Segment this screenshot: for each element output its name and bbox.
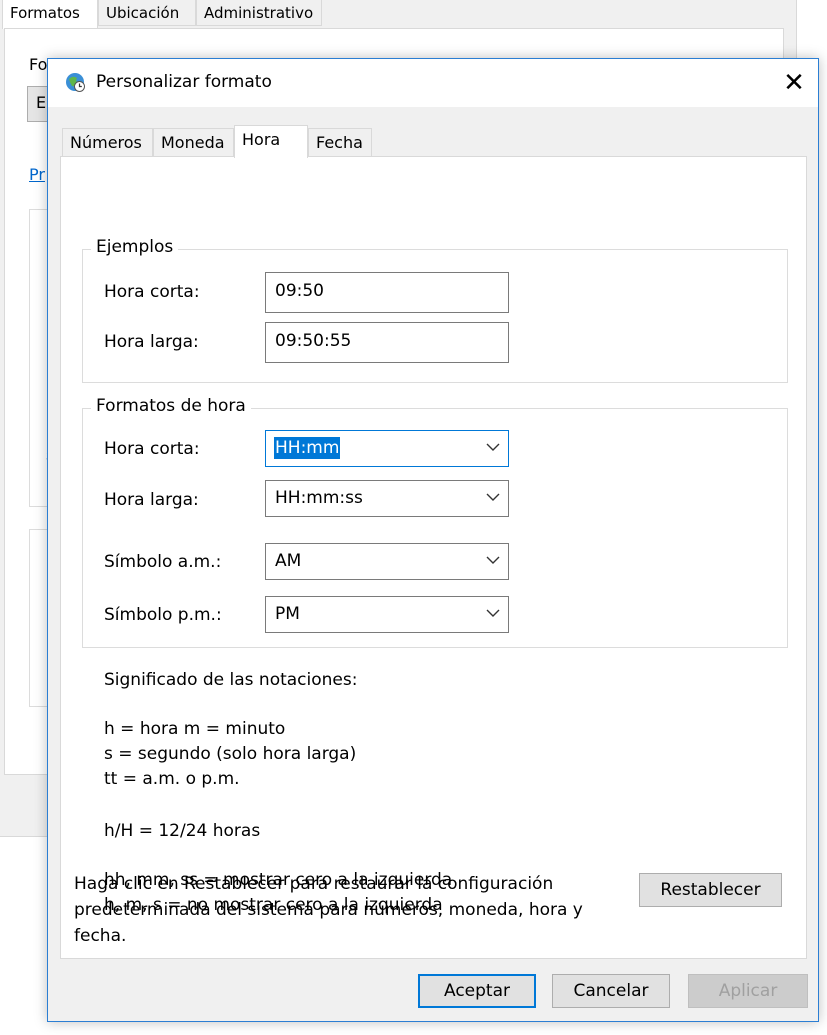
long-time-format-combo[interactable]: HH:mm:ss	[265, 480, 509, 517]
chevron-down-icon	[486, 443, 500, 451]
notation-line: s = segundo (solo hora larga)	[104, 744, 357, 764]
tab-fecha[interactable]: Fecha	[308, 128, 372, 157]
example-long-time-label: Hora larga:	[104, 332, 199, 352]
long-time-label: Hora larga:	[104, 490, 199, 510]
am-symbol-value: AM	[275, 551, 302, 571]
background-label-fragment: Fo	[29, 55, 48, 74]
title-bar[interactable]: Personalizar formato ✕	[48, 59, 818, 107]
am-symbol-label: Símbolo a.m.:	[104, 552, 222, 572]
globe-clock-icon	[66, 73, 85, 92]
notation-heading: Significado de las notaciones:	[104, 670, 358, 690]
tab-formatos[interactable]: Formatos	[2, 0, 98, 29]
tab-administrativo[interactable]: Administrativo	[196, 0, 322, 26]
close-icon: ✕	[783, 68, 805, 98]
pm-symbol-label: Símbolo p.m.:	[104, 605, 222, 625]
examples-group: Ejemplos Hora corta: 09:50 Hora larga: 0…	[82, 237, 788, 383]
close-button[interactable]: ✕	[770, 59, 818, 107]
cancel-button[interactable]: Cancelar	[552, 974, 670, 1008]
time-formats-legend: Formatos de hora	[91, 396, 251, 416]
long-time-format-value: HH:mm:ss	[275, 488, 363, 508]
ok-button[interactable]: Aceptar	[418, 974, 536, 1008]
pm-symbol-combo[interactable]: PM	[265, 596, 509, 633]
notation-line: h/H = 12/24 horas	[104, 821, 261, 841]
background-combo-fragment: E	[36, 93, 47, 112]
hora-tab-panel: Ejemplos Hora corta: 09:50 Hora larga: 0…	[60, 156, 807, 959]
pm-symbol-value: PM	[275, 604, 300, 624]
example-short-time-value: 09:50	[265, 272, 509, 313]
chevron-down-icon	[486, 609, 500, 617]
am-symbol-combo[interactable]: AM	[265, 543, 509, 580]
customize-format-dialog: Personalizar formato ✕ Números Moneda Ho…	[47, 58, 819, 1022]
apply-button[interactable]: Aplicar	[688, 974, 808, 1008]
tab-hora[interactable]: Hora	[234, 125, 308, 158]
tab-moneda[interactable]: Moneda	[153, 128, 234, 157]
chevron-down-icon	[486, 556, 500, 564]
background-link-fragment[interactable]: Pr	[29, 165, 45, 184]
tab-ubicacion[interactable]: Ubicación	[98, 0, 196, 26]
short-time-label: Hora corta:	[104, 439, 200, 459]
short-time-format-combo[interactable]: HH:mm	[265, 430, 509, 467]
example-long-time-value: 09:50:55	[265, 322, 509, 363]
time-formats-group: Formatos de hora Hora corta: HH:mm Hora …	[82, 396, 788, 648]
notation-line: tt = a.m. o p.m.	[104, 769, 240, 789]
chevron-down-icon	[486, 493, 500, 501]
reset-description: Haga clic en Restablecer para restaurar …	[74, 874, 583, 946]
reset-button[interactable]: Restablecer	[639, 873, 782, 907]
examples-legend: Ejemplos	[91, 237, 179, 257]
dialog-title: Personalizar formato	[96, 72, 272, 92]
example-short-time-label: Hora corta:	[104, 282, 200, 302]
short-time-format-value: HH:mm	[274, 437, 341, 459]
tab-numeros[interactable]: Números	[62, 128, 153, 157]
notation-line: h = hora m = minuto	[104, 719, 286, 739]
